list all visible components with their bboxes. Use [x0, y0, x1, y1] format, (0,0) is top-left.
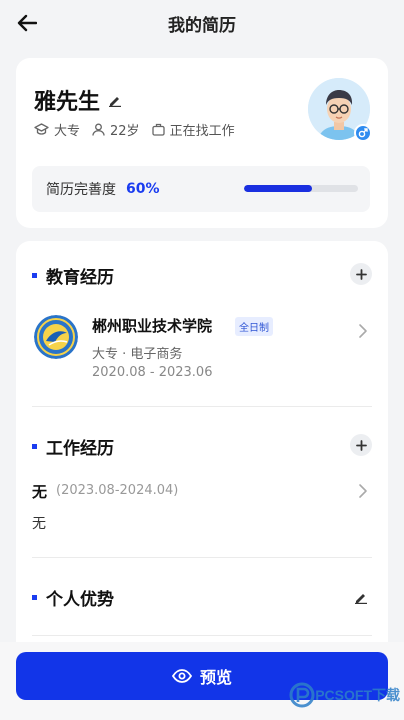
divider: [32, 406, 372, 407]
work-entry-description: 无: [32, 516, 46, 532]
arrow-left-icon: [17, 14, 37, 32]
gender-badge: [354, 124, 372, 142]
education-entry[interactable]: 郴州职业技术学院 全日制 大专 · 电子商务 2020.08 - 2023.06: [32, 305, 372, 395]
edit-advantages-button[interactable]: [354, 589, 370, 605]
top-bar: 我的简历: [0, 0, 404, 46]
divider: [32, 557, 372, 558]
advantages-section-title: 个人优势: [46, 589, 114, 610]
completeness-progress-fill: [244, 185, 313, 192]
profile-education: 大专: [54, 124, 81, 139]
pencil-icon: [355, 594, 367, 605]
work-entry[interactable]: 无 (2023.08-2024.04) 无: [32, 479, 372, 539]
watermark-logo-icon: [289, 682, 315, 708]
eye-icon: [171, 669, 192, 683]
resume-completeness: 简历完善度 60%: [32, 166, 370, 212]
school-name: 郴州职业技术学院: [92, 317, 213, 335]
profile-status: 正在找工作: [169, 124, 235, 139]
resume-details-card: 教育经历 郴州职业技术学院 全日制 大专 · 电子商务 2020.08 - 20…: [16, 241, 388, 661]
briefcase-icon: [151, 123, 165, 136]
section-marker: [32, 443, 37, 449]
school-logo: [34, 315, 78, 359]
edit-name-button[interactable]: [108, 92, 124, 108]
work-section-title: 工作经历: [46, 438, 114, 459]
divider: [32, 635, 372, 636]
education-section-title: 教育经历: [46, 267, 114, 288]
work-entry-title: 无: [32, 483, 48, 501]
education-degree-major: 大专 · 电子商务: [92, 343, 182, 362]
person-icon: [92, 123, 105, 136]
completeness-value: 60%: [126, 181, 160, 197]
add-education-button[interactable]: [350, 263, 372, 285]
plus-icon: [355, 439, 367, 451]
section-marker: [32, 594, 37, 600]
profile-card: 雅先生 大专 22岁 正在找工作 简历完善度 60%: [16, 58, 388, 228]
education-major: 电子商务: [130, 347, 183, 362]
pencil-icon: [109, 97, 122, 107]
work-section-header: 工作经历: [32, 434, 372, 459]
chevron-right-icon: [359, 324, 367, 338]
education-degree: 大专: [92, 347, 119, 362]
section-marker: [32, 272, 37, 278]
avatar[interactable]: [308, 78, 372, 142]
chevron-right-icon: [359, 484, 367, 498]
male-icon: [358, 128, 368, 138]
preview-label: 预览: [199, 668, 232, 687]
watermark-text: PCSOFT下载: [315, 687, 400, 703]
profile-age: 22岁: [110, 124, 140, 139]
plus-icon: [355, 268, 367, 280]
back-button[interactable]: [14, 10, 40, 36]
education-section-header: 教育经历: [32, 263, 372, 288]
education-dates: 2020.08 - 2023.06: [92, 365, 213, 380]
watermark: PCSOFT下载: [289, 682, 400, 708]
page-title: 我的简历: [168, 15, 236, 36]
completeness-label: 简历完善度: [46, 182, 116, 198]
profile-name: 雅先生: [34, 90, 101, 115]
add-work-button[interactable]: [350, 434, 372, 456]
study-mode-tag: 全日制: [235, 317, 273, 336]
work-entry-period: (2023.08-2024.04): [56, 483, 179, 498]
completeness-progress-bar: [244, 185, 358, 192]
advantages-section-header: 个人优势: [32, 585, 372, 610]
bottom-bar: 预览 PCSOFT下载: [0, 642, 404, 720]
graduation-cap-icon: [34, 123, 49, 135]
